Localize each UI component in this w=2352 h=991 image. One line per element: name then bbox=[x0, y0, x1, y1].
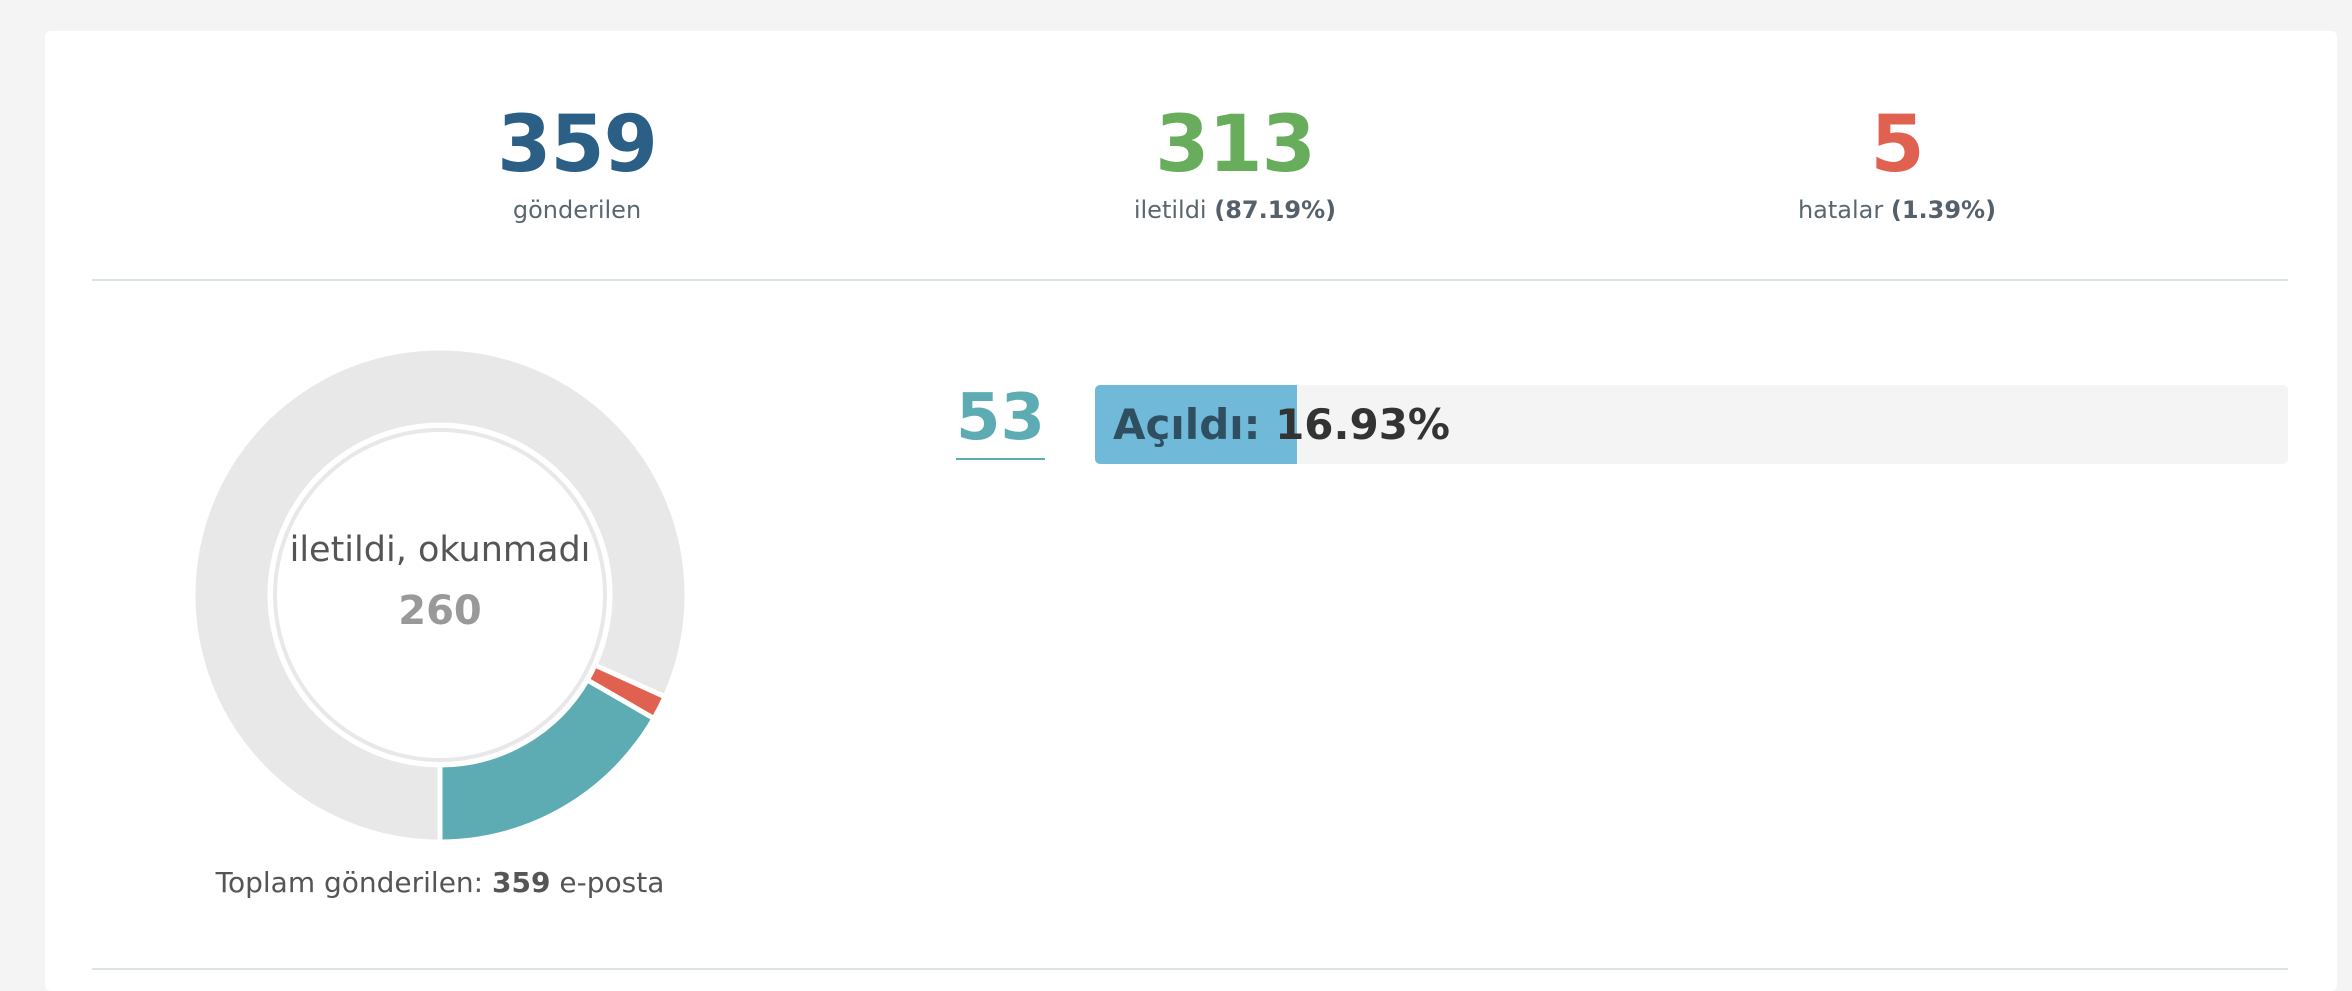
stats-card: 359 gönderilen 313 iletildi (87.19%) 5 h… bbox=[45, 31, 2337, 991]
errors-label: hatalar (1.39%) bbox=[1797, 196, 1997, 224]
delivered-count: 313 bbox=[1155, 100, 1316, 190]
donut-center: iletildi, okunmadı 260 bbox=[145, 530, 735, 634]
bottom-divider bbox=[92, 968, 2288, 970]
donut-center-value: 260 bbox=[398, 588, 482, 634]
delivered-label: iletildi (87.19%) bbox=[1133, 196, 1337, 224]
delivered-stat: 313 iletildi (87.19%) bbox=[935, 106, 1535, 224]
section-divider bbox=[92, 279, 2288, 281]
total-sent-line: Toplam gönderilen: 359 e-posta bbox=[215, 866, 665, 899]
total-sent-value: 359 bbox=[492, 866, 551, 899]
opened-progress-text: Açıldı: 16.93% bbox=[1113, 400, 1451, 449]
opened-count-link[interactable]: 53 bbox=[956, 386, 1046, 460]
sent-label: gönderilen bbox=[512, 196, 642, 224]
errors-count: 5 bbox=[1870, 100, 1924, 190]
sent-stat: 359 gönderilen bbox=[277, 106, 877, 224]
opened-progress-bar: Açıldı: 16.93% bbox=[1095, 385, 2288, 464]
errors-stat: 5 hatalar (1.39%) bbox=[1597, 106, 2197, 224]
delivered-percent: (87.19%) bbox=[1214, 196, 1337, 224]
sent-count: 359 bbox=[497, 100, 658, 190]
donut-chart: iletildi, okunmadı 260 bbox=[145, 300, 735, 890]
donut-center-label: iletildi, okunmadı bbox=[289, 530, 591, 570]
errors-percent: (1.39%) bbox=[1890, 196, 1997, 224]
